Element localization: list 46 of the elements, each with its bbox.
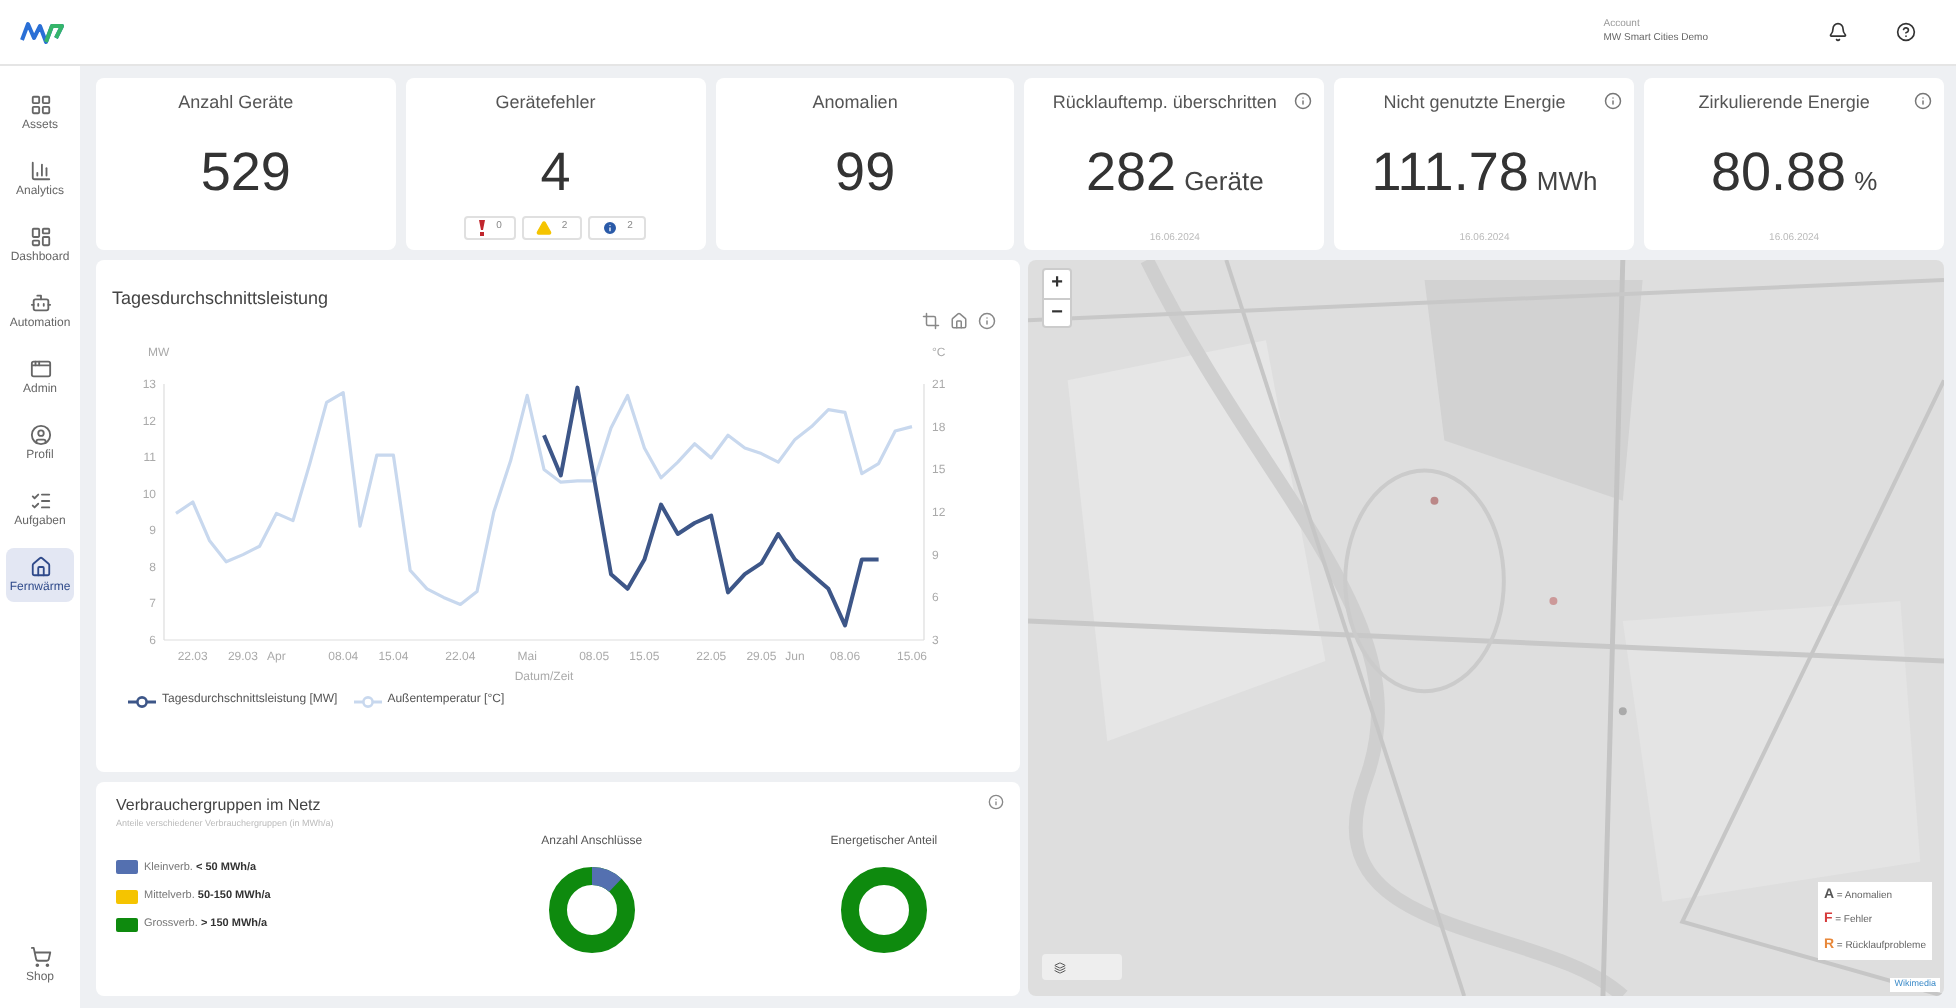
card-title: Tagesdurchschnittsleistung — [112, 288, 329, 308]
kpi-unit: % — [1854, 163, 1878, 199]
info-icon[interactable] — [988, 794, 1004, 810]
nav-icon — [29, 424, 51, 446]
layers-icon — [1054, 961, 1066, 973]
kpi-title: Anzahl Geräte — [178, 90, 294, 116]
nav-icon — [29, 556, 51, 578]
kpi-title: Nicht genutzte Energie — [1383, 90, 1566, 116]
nav-icon — [29, 226, 51, 248]
nav-icon — [29, 946, 51, 968]
kpi-unit: Geräte — [1184, 163, 1264, 199]
kpi-value: 282 — [1086, 145, 1177, 199]
kpi-value: 4 — [540, 145, 571, 199]
zoom-select-icon[interactable] — [922, 312, 940, 330]
info-icon[interactable] — [978, 312, 996, 330]
kpi-value: 80.88 — [1711, 145, 1847, 199]
donut-chart — [837, 864, 930, 956]
info-icon — [601, 219, 618, 235]
nav-icon — [29, 490, 51, 512]
legend-marker-icon — [128, 695, 156, 707]
donut-chart — [545, 864, 638, 956]
notifications-button[interactable] — [1828, 22, 1848, 42]
logo-icon — [20, 20, 64, 44]
info-icon[interactable] — [1913, 92, 1932, 110]
kpi-title: Rücklauftemp. überschritten — [1052, 90, 1277, 116]
kpi-title: Gerätefehler — [495, 90, 596, 116]
nav-icon — [29, 160, 51, 182]
warning-icon — [535, 219, 552, 235]
legend-marker-icon — [353, 695, 382, 707]
kpi-value: 99 — [835, 145, 896, 199]
kpi-unit: MWh — [1536, 163, 1598, 199]
nav-icon — [29, 292, 51, 314]
nav-icon — [29, 94, 51, 116]
zoom-out-button[interactable]: − — [1044, 298, 1070, 326]
nav-icon — [29, 358, 51, 380]
info-icon[interactable] — [1604, 92, 1623, 110]
kpi-title: Anomalien — [812, 90, 898, 116]
home-icon[interactable] — [950, 312, 968, 330]
exclamation-icon — [478, 219, 487, 235]
kpi-value: 111.78 — [1371, 145, 1529, 199]
kpi-value: 529 — [200, 145, 291, 199]
help-button[interactable] — [1896, 22, 1916, 42]
card-title: Verbrauchergruppen im Netz — [116, 794, 323, 818]
info-icon[interactable] — [1294, 92, 1313, 110]
zoom-in-button[interactable]: + — [1044, 270, 1070, 298]
kpi-title: Zirkulierende Energie — [1698, 90, 1870, 116]
